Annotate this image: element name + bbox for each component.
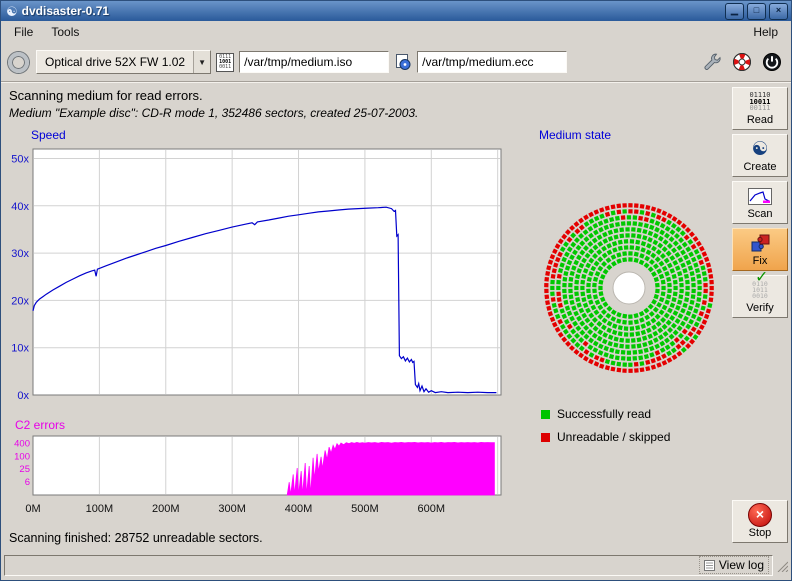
stop-icon: ×: [748, 505, 772, 525]
stop-button[interactable]: × Stop: [732, 500, 788, 543]
stop-button-label: Stop: [749, 527, 772, 539]
minimize-button[interactable]: ▁: [725, 3, 744, 20]
scan-button[interactable]: Scan: [732, 181, 788, 224]
medium-state-legend: Successfully read Unreadable / skipped: [541, 407, 729, 444]
svg-text:10x: 10x: [11, 343, 29, 355]
svg-text:0x: 0x: [17, 390, 29, 402]
menubar: File Tools Help: [1, 21, 791, 43]
svg-text:25: 25: [19, 464, 30, 475]
app-window: ☯ dvdisaster-0.71 ▁ □ × File Tools Help …: [0, 0, 792, 581]
chevron-down-icon[interactable]: ▼: [193, 51, 210, 73]
window-title: dvdisaster-0.71: [22, 4, 722, 18]
svg-text:400M: 400M: [285, 503, 313, 515]
power-icon: [762, 52, 782, 72]
status-line-primary: Scanning medium for read errors.: [9, 88, 721, 103]
chart-column: Speed 0x 10x 20x 30x 40x 50x C2 errors 6 25 100…: [1, 122, 525, 529]
maximize-button[interactable]: □: [747, 3, 766, 20]
medium-state-title: Medium state: [539, 128, 729, 142]
svg-text:100M: 100M: [86, 503, 114, 515]
svg-text:40x: 40x: [11, 201, 29, 213]
quit-button[interactable]: [760, 50, 784, 74]
svg-text:200M: 200M: [152, 503, 180, 515]
disc-sector-map: [535, 194, 723, 382]
close-button[interactable]: ×: [769, 3, 788, 20]
iso-file-icon: 011110010011: [216, 53, 234, 72]
statusbar: View log: [1, 551, 791, 580]
legend-item-read: Successfully read: [541, 407, 729, 421]
app-icon: ☯: [6, 5, 18, 18]
menu-tools[interactable]: Tools: [42, 23, 88, 41]
scan-chart-icon: [748, 186, 772, 206]
ecc-path-input[interactable]: [417, 51, 567, 73]
create-button[interactable]: ☯ Create: [732, 134, 788, 177]
verify-button[interactable]: 011010110010 ✓ Verify: [732, 275, 788, 318]
medium-state-panel: Medium state Successfully read Unreadabl…: [525, 122, 729, 529]
log-list-icon: [704, 560, 715, 571]
charts-row: Speed 0x 10x 20x 30x 40x 50x C2 errors 6 25 100…: [1, 122, 729, 529]
scan-button-label: Scan: [747, 208, 772, 220]
action-sidebar: 011101001100111 Read ☯ Create Scan: [729, 82, 791, 551]
svg-text:500M: 500M: [351, 503, 379, 515]
view-log-label: View log: [719, 558, 764, 572]
drive-selector[interactable]: Optical drive 52X FW 1.02 ▼: [36, 50, 211, 74]
speed-chart-title: Speed: [31, 128, 525, 142]
legend-swatch-red: [541, 433, 550, 442]
view-log-button[interactable]: View log: [699, 556, 769, 574]
c2-errors-title: C2 errors: [15, 418, 525, 432]
main-panel: Scanning medium for read errors. Medium …: [1, 82, 729, 551]
svg-text:400: 400: [14, 439, 30, 450]
content-area: Scanning medium for read errors. Medium …: [1, 82, 791, 551]
iso-path-input[interactable]: [239, 51, 389, 73]
puzzle-icon: [751, 233, 770, 253]
svg-text:6: 6: [25, 477, 30, 488]
read-button[interactable]: 011101001100111 Read: [732, 87, 788, 130]
create-button-label: Create: [743, 161, 776, 173]
status-message-area: Scanning medium for read errors. Medium …: [1, 82, 729, 122]
svg-text:30x: 30x: [11, 248, 29, 260]
statusbar-frame: View log: [4, 555, 773, 576]
read-button-label: Read: [747, 114, 773, 126]
titlebar[interactable]: ☯ dvdisaster-0.71 ▁ □ ×: [1, 1, 791, 21]
scan-result-text: Scanning finished: 28752 unreadable sect…: [1, 529, 729, 551]
preferences-button[interactable]: [700, 50, 724, 74]
verify-button-label: Verify: [746, 302, 774, 314]
menu-help[interactable]: Help: [744, 23, 787, 41]
fix-button[interactable]: Fix: [732, 228, 788, 271]
verify-check-icon: 011010110010 ✓: [752, 280, 768, 300]
yin-yang-icon: ☯: [751, 139, 768, 159]
svg-text:20x: 20x: [11, 295, 29, 307]
disc-visualization-wrap: [535, 194, 723, 387]
about-button[interactable]: [729, 49, 755, 75]
binary-read-icon: 011101001100111: [749, 92, 770, 112]
ecc-file-icon: [394, 53, 412, 71]
svg-text:50x: 50x: [11, 153, 29, 165]
dvdisaster-logo-icon: [731, 51, 753, 73]
svg-text:600M: 600M: [418, 503, 446, 515]
status-line-medium-info: Medium "Example disc": CD-R mode 1, 3524…: [9, 106, 721, 120]
c2-errors-chart: 6 25 100400 0M 100M 200M 300M 400M 500M 600M: [1, 433, 511, 521]
svg-text:100: 100: [14, 451, 30, 462]
menu-file[interactable]: File: [5, 23, 42, 41]
legend-label-read: Successfully read: [557, 407, 651, 421]
speed-chart: 0x 10x 20x 30x 40x 50x: [1, 143, 511, 415]
resize-grip[interactable]: [775, 559, 788, 572]
svg-text:0M: 0M: [25, 503, 40, 515]
legend-swatch-green: [541, 410, 550, 419]
legend-item-unreadable: Unreadable / skipped: [541, 430, 729, 444]
legend-label-unreadable: Unreadable / skipped: [557, 430, 670, 444]
wrench-icon: [702, 52, 722, 72]
toolbar: Optical drive 52X FW 1.02 ▼ 011110010011: [1, 43, 791, 82]
drive-icon: [8, 52, 29, 73]
svg-text:300M: 300M: [218, 503, 246, 515]
drive-selector-value: Optical drive 52X FW 1.02: [37, 51, 193, 73]
